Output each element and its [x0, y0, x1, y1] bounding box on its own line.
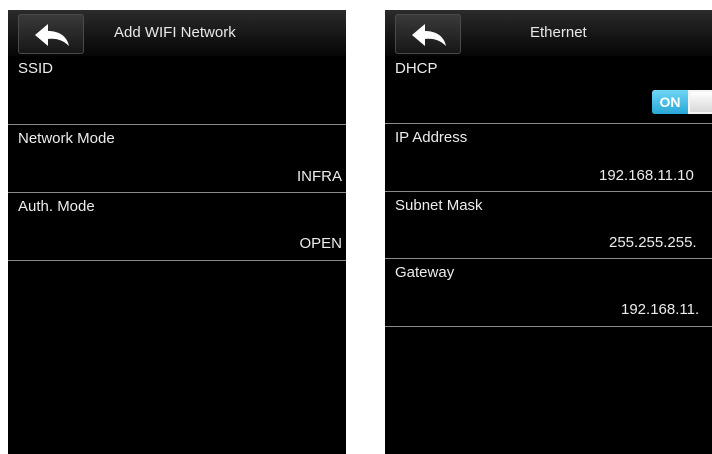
ssid-row[interactable]: SSID	[8, 56, 346, 125]
toggle-on-label: ON	[652, 90, 688, 114]
gateway-label: Gateway	[395, 264, 455, 281]
auth-mode-row[interactable]: Auth. Mode OPEN	[8, 194, 346, 261]
toggle-knob	[690, 92, 712, 112]
network-mode-value: INFRA	[297, 168, 342, 185]
gateway-row[interactable]: Gateway 192.168.11.	[385, 260, 712, 327]
divider	[385, 191, 712, 192]
subnet-mask-value: 255.255.255.	[609, 234, 697, 251]
gateway-value: 192.168.11.	[621, 301, 700, 318]
divider	[8, 192, 346, 193]
ip-address-row[interactable]: IP Address 192.168.11.10	[385, 125, 712, 192]
subnet-mask-label: Subnet Mask	[395, 197, 483, 214]
subnet-mask-row[interactable]: Subnet Mask 255.255.255.	[385, 193, 712, 259]
title-bar: Ethernet	[385, 10, 712, 56]
back-arrow-icon	[412, 24, 446, 46]
wifi-screen: Add WIFI Network SSID Network Mode INFRA…	[8, 10, 346, 454]
divider	[385, 326, 712, 327]
divider	[385, 123, 712, 124]
screen-title: Ethernet	[530, 24, 587, 41]
divider	[8, 124, 346, 125]
screen-title: Add WIFI Network	[114, 24, 236, 41]
divider	[385, 258, 712, 259]
ethernet-screen: Ethernet DHCP ON IP Address 192.168.11.1…	[385, 10, 712, 454]
auth-mode-value: OPEN	[299, 235, 342, 252]
ip-address-value: 192.168.11.10	[599, 167, 694, 184]
dhcp-toggle[interactable]: ON	[652, 90, 712, 114]
divider	[8, 260, 346, 261]
dhcp-label: DHCP	[395, 60, 438, 77]
title-bar: Add WIFI Network	[8, 10, 346, 56]
network-mode-label: Network Mode	[18, 130, 115, 147]
ip-address-label: IP Address	[395, 129, 468, 146]
network-mode-row[interactable]: Network Mode INFRA	[8, 126, 346, 193]
auth-mode-label: Auth. Mode	[18, 198, 95, 215]
back-button[interactable]	[18, 14, 84, 54]
dhcp-row: DHCP ON	[385, 56, 712, 124]
ssid-label: SSID	[18, 60, 54, 77]
back-button[interactable]	[395, 14, 461, 54]
back-arrow-icon	[35, 24, 69, 46]
